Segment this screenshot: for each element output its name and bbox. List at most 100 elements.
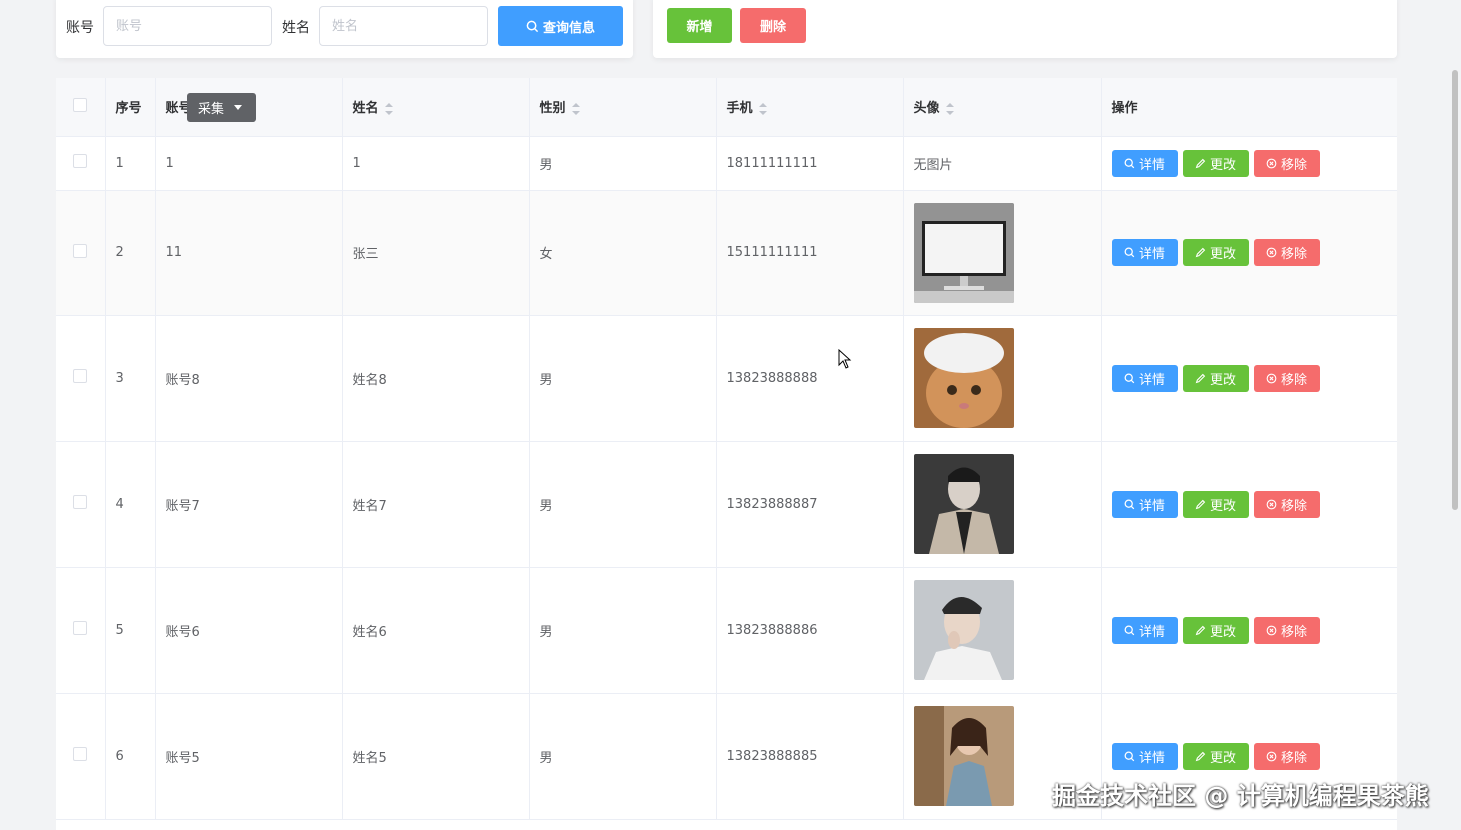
edit-label: 更改 (1209, 498, 1236, 514)
cell-index: 2 (105, 190, 156, 316)
account-search-input[interactable] (103, 6, 272, 46)
sort-icon[interactable] (384, 102, 393, 115)
pencil-icon (1195, 751, 1206, 761)
remove-button[interactable]: 移除 (1253, 364, 1320, 392)
remove-button[interactable]: 移除 (1253, 742, 1320, 770)
detail-button[interactable]: 详情 (1111, 616, 1178, 644)
cell-account: 账号7 (155, 441, 343, 568)
row-checkbox[interactable] (73, 369, 88, 383)
pencil-icon (1195, 158, 1206, 168)
pencil-icon (1195, 499, 1206, 509)
remove-label: 移除 (1280, 372, 1307, 388)
edit-button[interactable]: 更改 (1182, 239, 1249, 266)
row-checkbox[interactable] (73, 243, 88, 258)
search-icon (1124, 247, 1135, 258)
row-checkbox[interactable] (73, 747, 88, 761)
circle-close-icon (1266, 373, 1277, 383)
header-gender[interactable]: 性别 (529, 78, 717, 137)
row-checkbox[interactable] (73, 154, 88, 168)
watermark-text: 掘金技术社区 @ 计算机编程果茶熊 (1052, 782, 1429, 810)
cell-ops: 详情 更改 移除 (1101, 315, 1397, 442)
row-actions: 详情 更改 移除 (1111, 616, 1387, 644)
pencil-icon (1195, 373, 1206, 383)
detail-button[interactable]: 详情 (1111, 239, 1178, 266)
remove-label: 移除 (1280, 247, 1307, 262)
header-phone-label: 手机 (726, 101, 753, 117)
header-name[interactable]: 姓名 (342, 78, 530, 137)
search-icon (526, 20, 539, 32)
page-scrollbar[interactable] (1452, 70, 1458, 510)
cell-ops: 详情 更改 移除 (1101, 190, 1397, 316)
row-actions: 详情 更改 移除 (1111, 742, 1387, 770)
detail-button[interactable]: 详情 (1111, 742, 1178, 770)
cell-avatar (903, 567, 1102, 694)
detail-button[interactable]: 详情 (1111, 490, 1178, 518)
search-icon (1124, 499, 1135, 509)
sort-icon[interactable] (571, 102, 580, 115)
account-label: 账号 (66, 20, 94, 36)
add-button[interactable]: 新增 (667, 8, 732, 43)
select-all-checkbox[interactable] (73, 97, 88, 112)
edit-button[interactable]: 更改 (1182, 742, 1249, 770)
cell-name: 姓名8 (342, 315, 530, 442)
name-search-input[interactable] (319, 6, 488, 46)
circle-close-icon (1266, 247, 1277, 258)
circle-close-icon (1266, 158, 1277, 168)
collect-tooltip-label: 采集 (198, 102, 225, 117)
row-actions: 详情 更改 移除 (1111, 364, 1387, 392)
header-phone[interactable]: 手机 (716, 78, 904, 137)
row-actions: 详情 更改 移除 (1111, 239, 1387, 266)
cell-ops: 详情 更改 移除 (1101, 136, 1397, 191)
avatar-image[interactable] (913, 328, 1014, 428)
cell-phone: 15111111111 (716, 190, 904, 316)
edit-label: 更改 (1209, 247, 1236, 262)
header-index: 序号 (105, 78, 156, 137)
remove-button[interactable]: 移除 (1253, 616, 1320, 644)
avatar-image[interactable] (913, 202, 1014, 303)
edit-button[interactable]: 更改 (1182, 364, 1249, 392)
edit-button[interactable]: 更改 (1182, 490, 1249, 518)
detail-label: 详情 (1138, 247, 1165, 262)
query-button[interactable]: 查询信息 (498, 6, 623, 46)
table-row: 4 账号7 姓名7 男 13823888887 详情 更改 移除 (56, 441, 1397, 568)
edit-button[interactable]: 更改 (1182, 149, 1249, 177)
remove-label: 移除 (1280, 498, 1307, 514)
row-checkbox[interactable] (73, 621, 88, 635)
detail-button[interactable]: 详情 (1111, 364, 1178, 392)
remove-button[interactable]: 移除 (1253, 149, 1320, 177)
avatar-image[interactable] (913, 454, 1014, 554)
remove-button[interactable]: 移除 (1253, 239, 1320, 266)
row-actions: 详情 更改 移除 (1111, 149, 1387, 177)
cell-avatar (903, 441, 1102, 568)
header-avatar-label: 头像 (913, 101, 940, 117)
search-icon (1124, 158, 1135, 168)
avatar-image[interactable] (913, 706, 1014, 806)
row-checkbox[interactable] (73, 495, 88, 509)
cell-avatar-text: 无图片 (903, 136, 1102, 191)
cell-name: 张三 (342, 190, 530, 316)
circle-close-icon (1266, 625, 1277, 635)
cell-avatar (903, 190, 1102, 316)
mouse-cursor-icon (838, 349, 852, 369)
cell-name: 姓名5 (342, 693, 530, 820)
collect-tooltip[interactable]: 采集 (187, 93, 256, 122)
search-panel: 账号 姓名 查询信息 (56, 0, 633, 58)
circle-close-icon (1266, 499, 1277, 509)
cell-gender: 男 (529, 441, 717, 568)
cell-account: 11 (155, 190, 343, 316)
header-avatar[interactable]: 头像 (903, 78, 1102, 137)
cell-phone: 13823888886 (716, 567, 904, 694)
cell-name: 姓名6 (342, 567, 530, 694)
detail-label: 详情 (1138, 372, 1165, 388)
edit-button[interactable]: 更改 (1182, 616, 1249, 644)
avatar-image[interactable] (913, 580, 1014, 680)
delete-button[interactable]: 删除 (740, 8, 806, 43)
remove-button[interactable]: 移除 (1253, 490, 1320, 518)
sort-icon[interactable] (758, 102, 767, 115)
sort-icon[interactable] (945, 102, 954, 115)
cell-account: 账号5 (155, 693, 343, 820)
cell-name: 姓名7 (342, 441, 530, 568)
table-row: 1 1 1 男 18111111111 无图片 详情 更改 移除 (56, 136, 1397, 191)
detail-button[interactable]: 详情 (1111, 149, 1178, 177)
action-panel: 新增 删除 (653, 0, 1397, 58)
